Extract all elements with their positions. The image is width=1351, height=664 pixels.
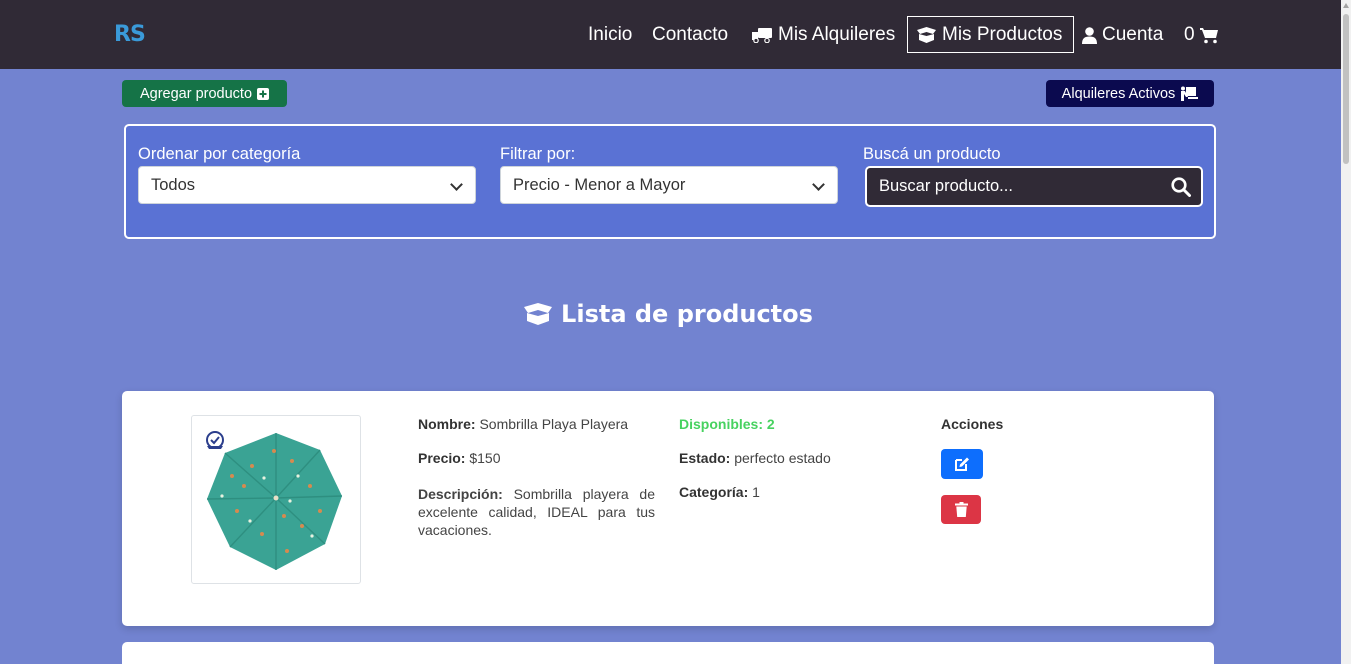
cart-count: 0 — [1184, 24, 1195, 45]
search-placeholder: Buscar producto... — [879, 177, 1013, 195]
product-price-value: $150 — [469, 450, 501, 466]
product-category: Categoría: 1 — [679, 484, 760, 500]
nav-mis-productos-label: Mis Productos — [942, 23, 1063, 45]
product-price-label: Precio: — [418, 450, 466, 466]
cart-icon — [1199, 27, 1218, 43]
box-open-icon — [524, 303, 553, 325]
product-card — [122, 642, 1214, 664]
category-label: Ordenar por categoría — [138, 145, 301, 163]
edit-icon — [955, 457, 969, 471]
product-name-value: Sombrilla Playa Playera — [479, 416, 629, 432]
actions-heading: Acciones — [941, 416, 1003, 432]
actions-heading-label: Acciones — [941, 416, 1004, 432]
product-name: Nombre: Sombrilla Playa Playera — [418, 416, 628, 432]
people-carry-icon — [1181, 86, 1199, 101]
category-select[interactable]: Todos — [138, 166, 476, 204]
nav-inicio[interactable]: Inicio — [588, 22, 632, 48]
product-name-label: Nombre: — [418, 416, 476, 432]
product-description-label: Descripción: — [418, 486, 503, 502]
product-available: Disponibles: 2 — [679, 416, 775, 432]
product-card: Nombre: Sombrilla Playa Playera Precio: … — [122, 391, 1214, 626]
product-category-value: 1 — [752, 484, 760, 500]
delete-product-button[interactable] — [941, 495, 981, 524]
product-description: Descripción: Sombrilla playera de excele… — [418, 485, 655, 539]
nav-mis-alquileres-label: Mis Alquileres — [778, 24, 896, 45]
nav-cuenta-label: Cuenta — [1102, 24, 1164, 45]
trash-icon — [954, 502, 968, 517]
page-title: Lista de productos — [0, 300, 1336, 328]
add-product-button[interactable]: Agregar producto — [122, 80, 287, 107]
chevron-down-icon — [812, 178, 825, 191]
chevron-down-icon — [450, 178, 463, 191]
box-open-icon — [917, 26, 936, 43]
nav-contacto-label: Contacto — [652, 24, 729, 45]
logo[interactable]: RS — [114, 22, 146, 47]
product-category-label: Categoría: — [679, 484, 749, 500]
plus-square-icon — [257, 87, 270, 100]
truck-icon — [752, 28, 772, 43]
edit-product-button[interactable] — [941, 449, 983, 479]
active-rentals-label: Alquileres Activos — [1061, 85, 1176, 102]
nav-mis-productos[interactable]: Mis Productos — [907, 16, 1074, 53]
nav-cart[interactable]: 0 — [1184, 22, 1219, 48]
search-icon[interactable] — [1171, 177, 1191, 197]
product-state-value: perfecto estado — [734, 450, 831, 466]
filter-panel: Ordenar por categoría Todos Filtrar por:… — [124, 124, 1216, 239]
umbrella-image — [206, 431, 343, 570]
nav-contacto[interactable]: Contacto — [652, 22, 728, 48]
page-scrollbar[interactable] — [1341, 0, 1351, 664]
product-price: Precio: $150 — [418, 450, 501, 466]
nav-inicio-label: Inicio — [588, 24, 633, 45]
navbar: RS Inicio Contacto Mis Alquileres Mis Pr… — [0, 0, 1341, 69]
nav-mis-alquileres[interactable]: Mis Alquileres — [752, 22, 895, 48]
page-title-text: Lista de productos — [561, 300, 813, 328]
filter-select[interactable]: Precio - Menor a Mayor — [500, 166, 838, 204]
active-rentals-button[interactable]: Alquileres Activos — [1046, 80, 1214, 107]
product-state-label: Estado: — [679, 450, 731, 466]
product-image — [191, 415, 361, 584]
filter-label: Filtrar por: — [500, 145, 576, 163]
search-input[interactable]: Buscar producto... — [865, 166, 1203, 207]
scroll-up-arrow-icon[interactable] — [1343, 3, 1349, 8]
user-icon — [1082, 26, 1097, 44]
add-product-label: Agregar producto — [139, 85, 253, 102]
category-select-value: Todos — [151, 175, 196, 194]
product-state: Estado: perfecto estado — [679, 450, 831, 466]
search-label: Buscá un producto — [863, 145, 1001, 163]
nav-cuenta[interactable]: Cuenta — [1082, 22, 1163, 48]
filter-select-value: Precio - Menor a Mayor — [513, 175, 686, 194]
scrollbar-thumb[interactable] — [1343, 14, 1349, 164]
